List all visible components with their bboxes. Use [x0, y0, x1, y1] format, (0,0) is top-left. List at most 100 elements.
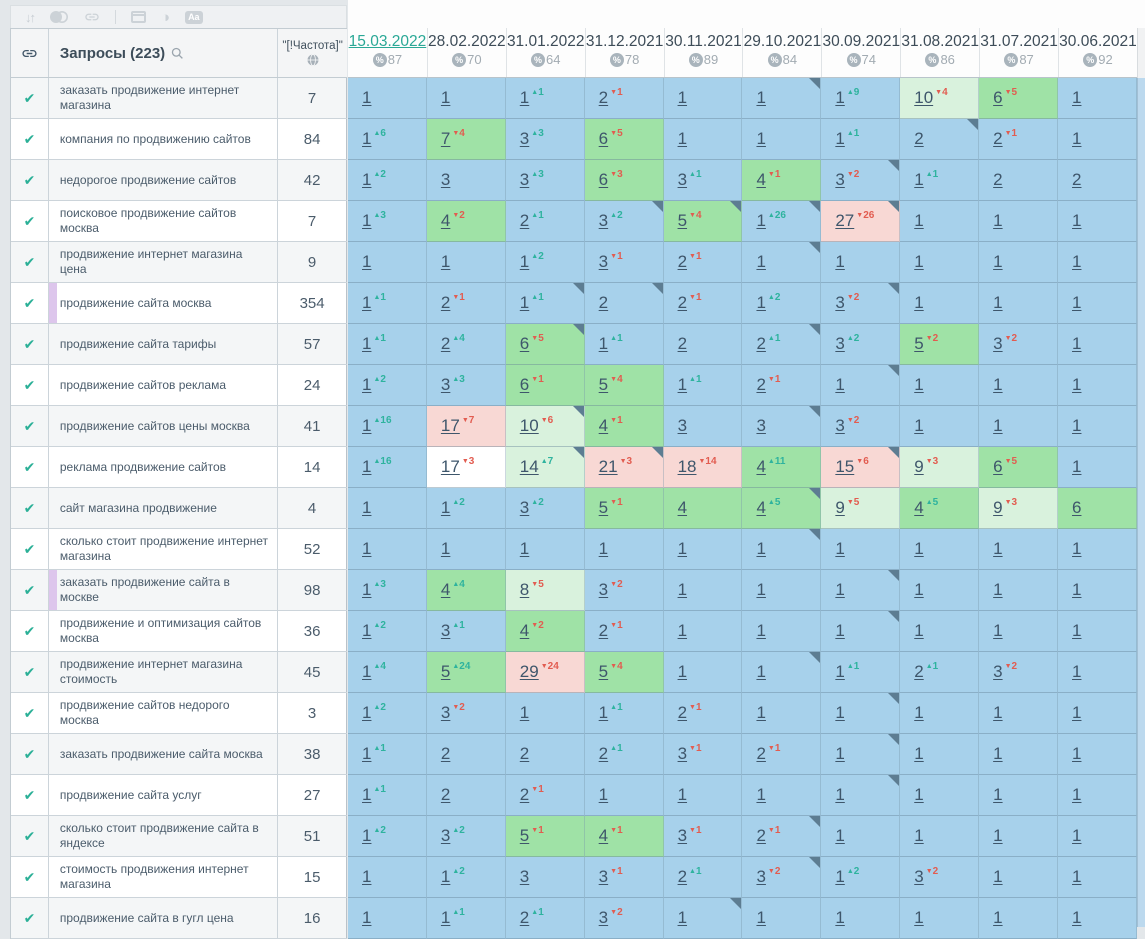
position-link[interactable]: 1	[362, 826, 371, 846]
row-checkmark[interactable]: ✔	[11, 365, 49, 405]
position-cell[interactable]: 1	[1058, 570, 1137, 611]
row-checkmark[interactable]: ✔	[11, 898, 49, 938]
position-cell[interactable]: 4▲4	[427, 570, 506, 611]
date-column-header[interactable]: 30.11.2021%89	[664, 28, 743, 77]
position-cell[interactable]: 3▲3	[506, 160, 585, 201]
position-link[interactable]: 3	[678, 744, 687, 764]
position-link[interactable]: 7	[441, 129, 450, 149]
position-link[interactable]: 3	[835, 416, 844, 436]
row-checkmark[interactable]: ✔	[11, 693, 49, 733]
position-link[interactable]: 2	[520, 908, 529, 928]
position-cell[interactable]: 1	[979, 693, 1058, 734]
position-link[interactable]: 1	[835, 580, 844, 600]
position-link[interactable]: 6	[1072, 498, 1081, 518]
position-link[interactable]: 10	[914, 88, 933, 108]
position-link[interactable]: 1	[756, 908, 765, 928]
position-link[interactable]: 1	[835, 621, 844, 641]
position-link[interactable]: 1	[362, 621, 371, 641]
position-cell[interactable]: 3▼1	[585, 242, 664, 283]
position-cell[interactable]: 1	[742, 693, 821, 734]
position-link[interactable]: 1	[756, 129, 765, 149]
position-cell[interactable]: 1	[979, 242, 1058, 283]
position-link[interactable]: 3	[441, 375, 450, 395]
position-cell[interactable]: 1▲6	[348, 119, 427, 160]
position-link[interactable]: 1	[914, 293, 923, 313]
position-cell[interactable]: 5▼1	[506, 816, 585, 857]
position-link[interactable]: 2	[914, 662, 923, 682]
keyword-cell[interactable]: продвижение интернет магазина цена	[49, 242, 278, 282]
position-cell[interactable]: 1	[664, 119, 743, 160]
position-link[interactable]: 2	[599, 621, 608, 641]
position-link[interactable]: 1	[362, 293, 371, 313]
position-cell[interactable]: 3▼2	[979, 324, 1058, 365]
position-link[interactable]: 1	[520, 293, 529, 313]
position-link[interactable]: 1	[993, 826, 1002, 846]
position-link[interactable]: 17	[441, 457, 460, 477]
position-link[interactable]: 15	[835, 457, 854, 477]
keyword-cell[interactable]: продвижение сайтов реклама	[49, 365, 278, 405]
position-cell[interactable]: 3▲2	[427, 816, 506, 857]
position-link[interactable]: 1	[993, 211, 1002, 231]
position-link[interactable]: 2	[756, 826, 765, 846]
position-cell[interactable]: 1	[900, 693, 979, 734]
row-checkmark[interactable]: ✔	[11, 734, 49, 774]
position-cell[interactable]: 1	[979, 201, 1058, 242]
position-cell[interactable]: 1▲1	[821, 652, 900, 693]
position-cell[interactable]: 3▲3	[427, 365, 506, 406]
position-link[interactable]: 1	[362, 211, 371, 231]
position-cell[interactable]: 1▲1	[348, 324, 427, 365]
position-link[interactable]: 2	[678, 703, 687, 723]
position-link[interactable]: 8	[520, 580, 529, 600]
position-link[interactable]: 3	[756, 867, 765, 887]
position-link[interactable]: 3	[441, 170, 450, 190]
position-link[interactable]: 1	[362, 457, 371, 477]
position-cell[interactable]: 1	[664, 611, 743, 652]
position-cell[interactable]: 1	[506, 693, 585, 734]
position-cell[interactable]: 1	[506, 529, 585, 570]
position-cell[interactable]: 5▼4	[585, 652, 664, 693]
position-cell[interactable]: 1	[427, 529, 506, 570]
position-link[interactable]: 1	[599, 785, 608, 805]
position-link[interactable]: 1	[362, 375, 371, 395]
position-cell[interactable]: 2	[585, 283, 664, 324]
position-link[interactable]: 1	[914, 826, 923, 846]
position-link[interactable]: 3	[835, 334, 844, 354]
position-cell[interactable]: 1▲1	[664, 365, 743, 406]
keyword-cell[interactable]: сколько стоит продвижение сайта в яндекс…	[49, 816, 278, 856]
position-cell[interactable]: 3	[506, 857, 585, 898]
position-link[interactable]: 3	[441, 703, 450, 723]
position-cell[interactable]: 3	[427, 160, 506, 201]
position-link[interactable]: 1	[835, 867, 844, 887]
position-cell[interactable]: 5▼2	[900, 324, 979, 365]
position-cell[interactable]: 3	[664, 406, 743, 447]
position-cell[interactable]: 3▼2	[585, 570, 664, 611]
position-cell[interactable]: 1	[821, 775, 900, 816]
position-link[interactable]: 4	[599, 416, 608, 436]
position-link[interactable]: 1	[520, 252, 529, 272]
position-cell[interactable]: 1	[821, 611, 900, 652]
position-link[interactable]: 3	[599, 211, 608, 231]
position-link[interactable]: 3	[599, 908, 608, 928]
position-cell[interactable]: 1	[1058, 898, 1137, 939]
position-cell[interactable]: 1▲3	[348, 201, 427, 242]
position-cell[interactable]: 5▼4	[585, 365, 664, 406]
position-cell[interactable]: 1▲1	[348, 734, 427, 775]
date-column-header[interactable]: 28.02.2022%70	[427, 28, 506, 77]
position-link[interactable]: 1	[362, 498, 371, 518]
position-link[interactable]: 1	[993, 375, 1002, 395]
position-cell[interactable]: 1	[348, 898, 427, 939]
position-link[interactable]: 1	[993, 293, 1002, 313]
position-link[interactable]: 2	[678, 252, 687, 272]
position-link[interactable]: 3	[599, 867, 608, 887]
position-link[interactable]: 1	[441, 88, 450, 108]
position-cell[interactable]: 3▲1	[427, 611, 506, 652]
position-link[interactable]: 1	[441, 908, 450, 928]
position-link[interactable]: 2	[993, 170, 1002, 190]
position-link[interactable]: 1	[835, 539, 844, 559]
position-link[interactable]: 9	[914, 457, 923, 477]
position-cell[interactable]: 2▲1	[506, 898, 585, 939]
position-cell[interactable]: 4▼1	[585, 406, 664, 447]
position-cell[interactable]: 1	[664, 775, 743, 816]
position-cell[interactable]: 2▼1	[664, 283, 743, 324]
keyword-cell[interactable]: компания по продвижению сайтов	[49, 119, 278, 159]
